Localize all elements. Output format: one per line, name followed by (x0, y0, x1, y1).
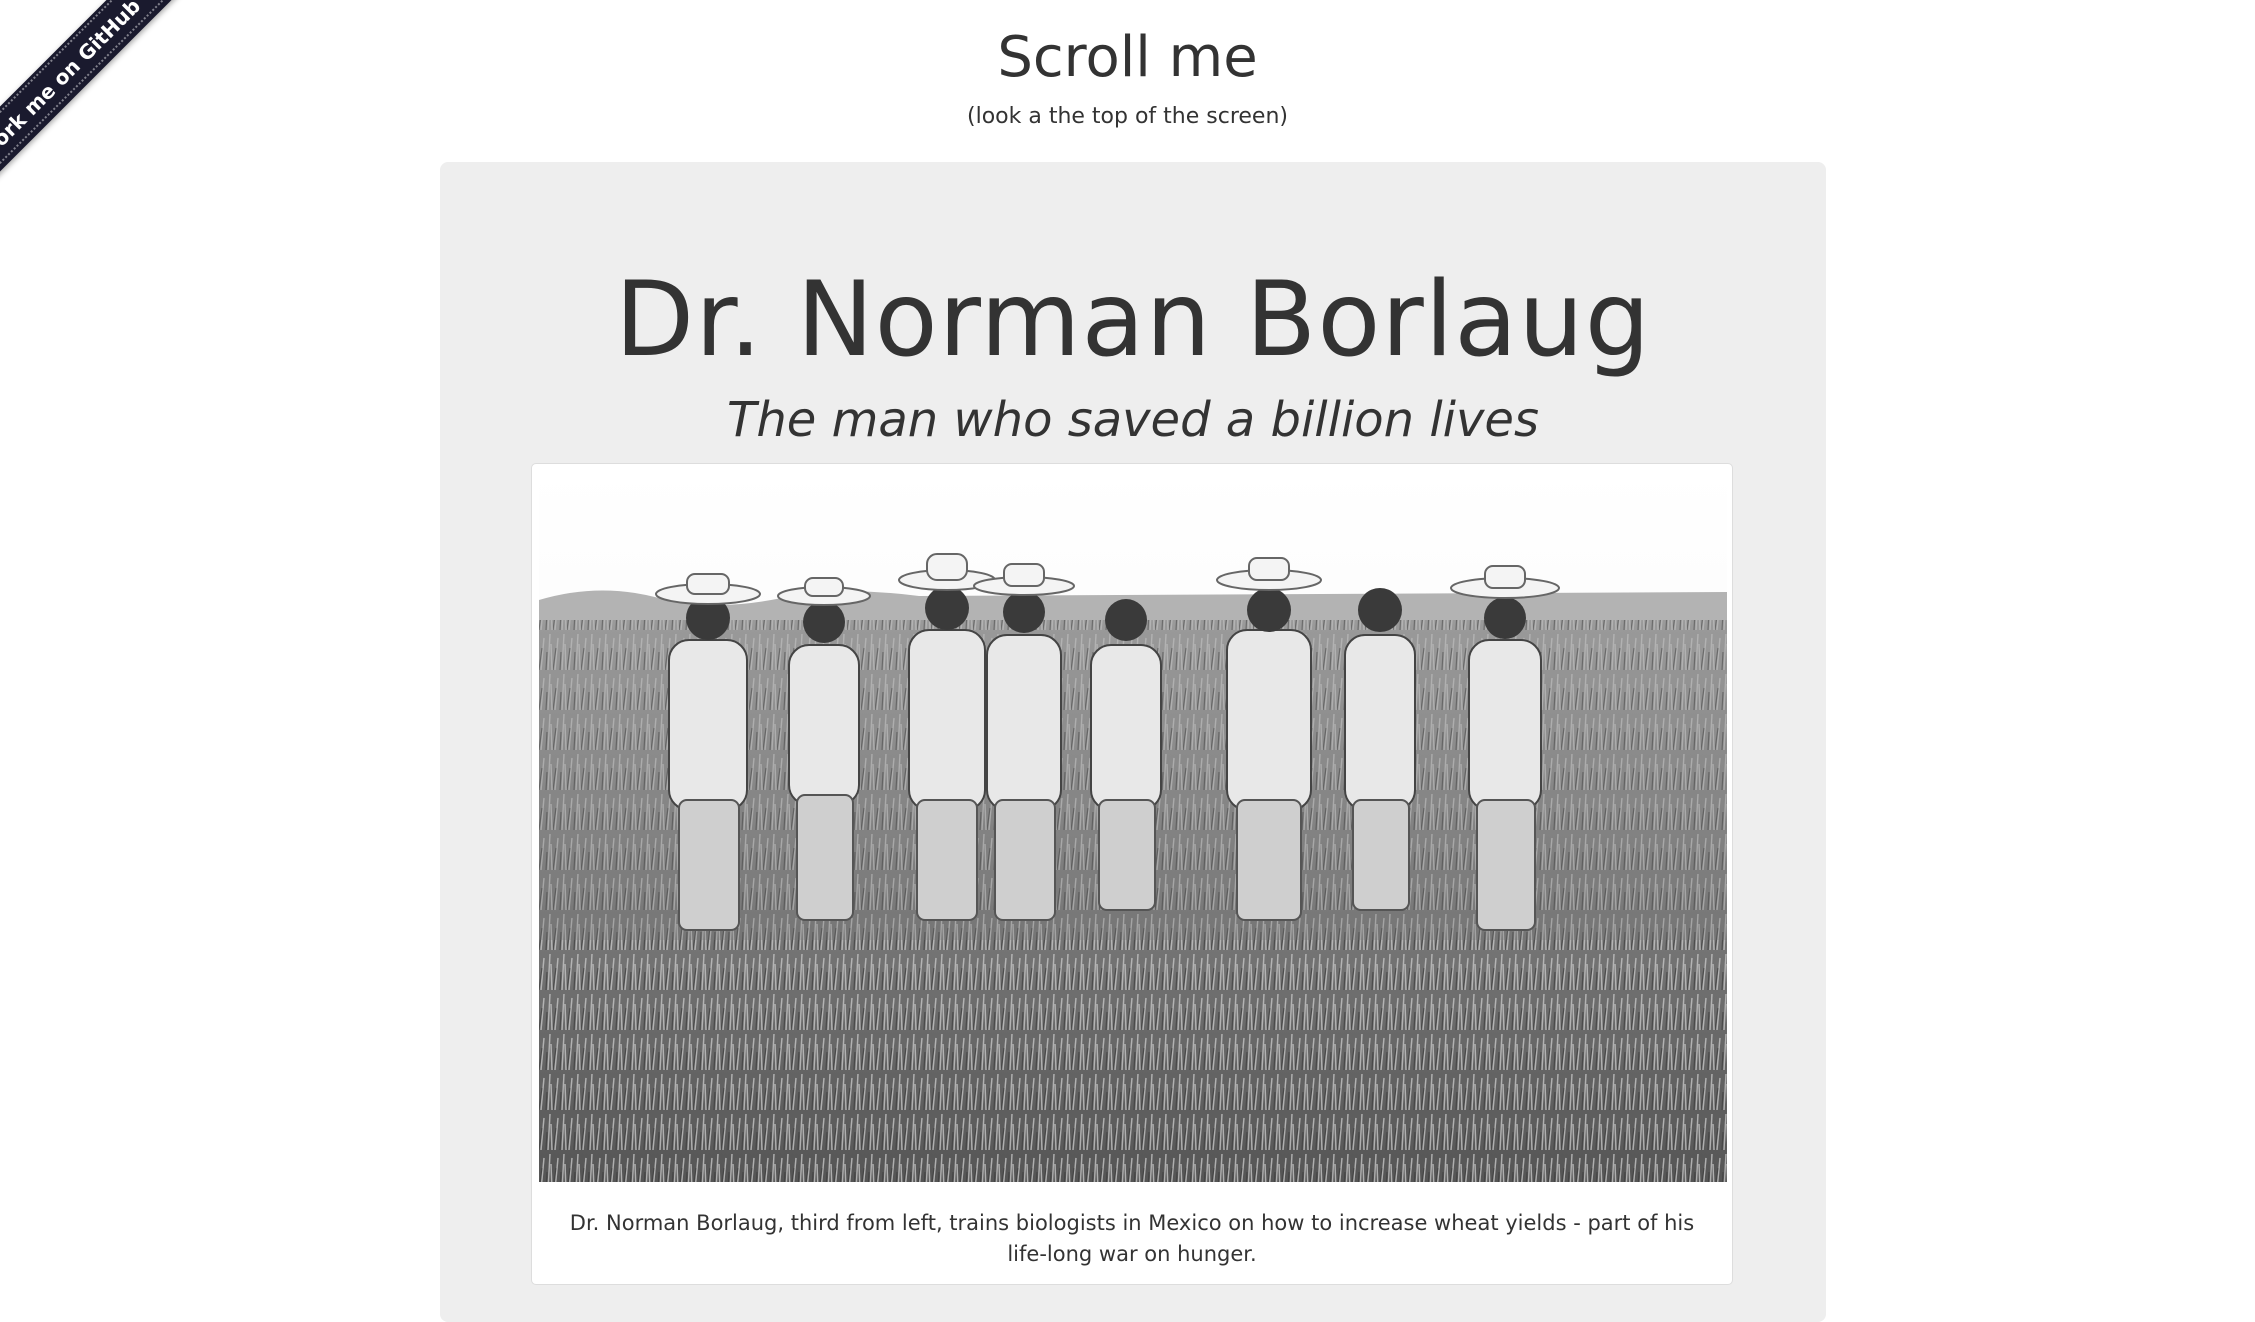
page-subtitle: (look a the top of the screen) (967, 104, 1288, 129)
photo-caption: Dr. Norman Borlaug, third from left, tra… (569, 1211, 1695, 1266)
hero-tagline: The man who saved a billion lives (727, 392, 1539, 448)
page-title: Scroll me (997, 25, 1258, 90)
photo-icon (539, 470, 1727, 1182)
hero-title: Dr. Norman Borlaug (614, 260, 1652, 380)
photo-figure: Dr. Norman Borlaug, third from left, tra… (531, 463, 1733, 1285)
hero-panel: Dr. Norman Borlaug The man who saved a b… (440, 162, 1826, 1322)
